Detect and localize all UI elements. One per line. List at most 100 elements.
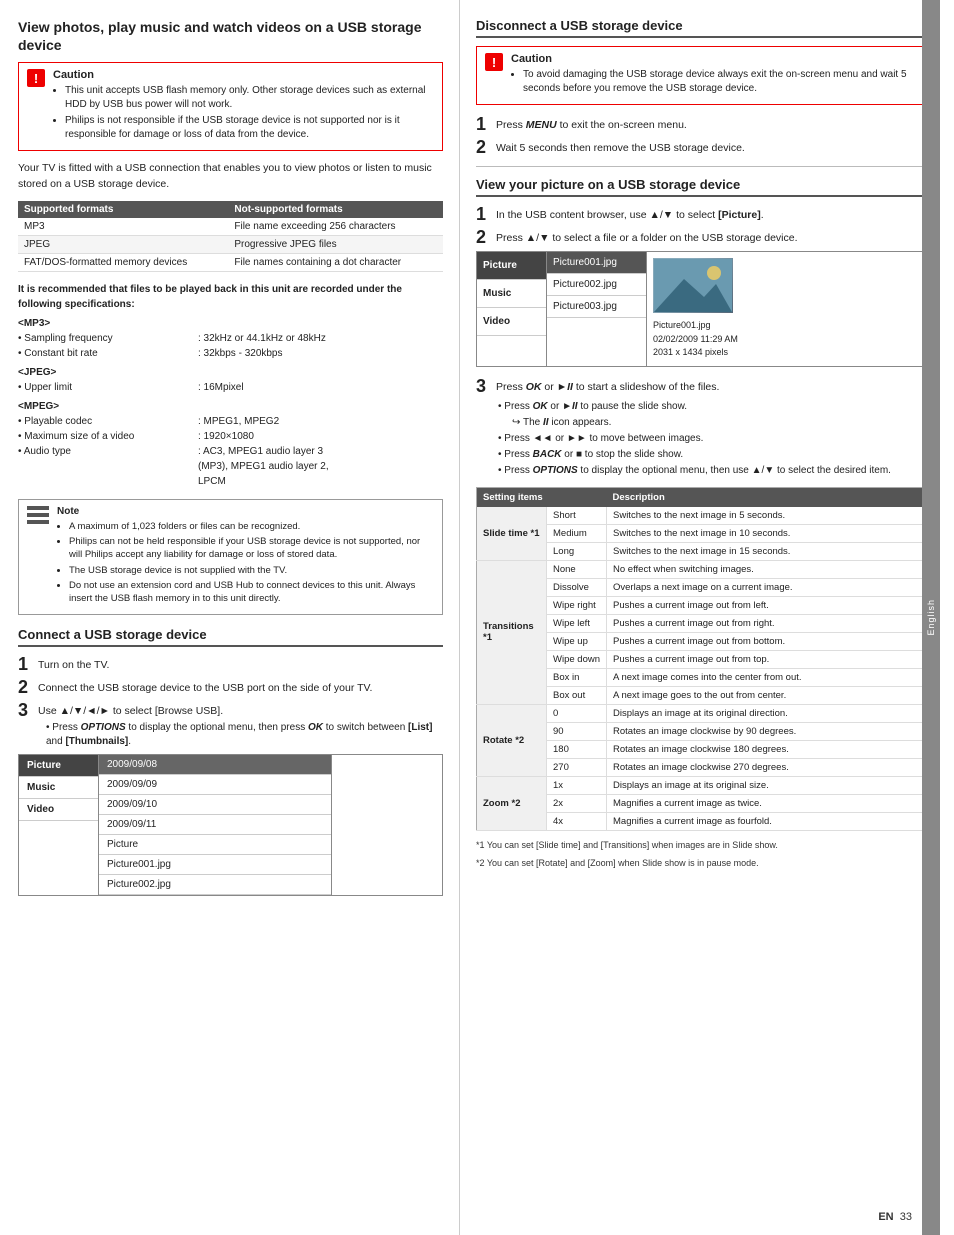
step3-arrow: ↪ The II icon appears. xyxy=(498,415,924,431)
spec-row: • Upper limit : 16Mpixel xyxy=(18,380,443,395)
note-text: A maximum of 1,023 folders or files can … xyxy=(57,520,434,606)
zoom-4x: 4x xyxy=(547,812,607,830)
footnote-1: *1 You can set [Slide time] and [Transit… xyxy=(476,839,924,852)
rotate-90-desc: Rotates an image clockwise by 90 degrees… xyxy=(607,722,924,740)
disconnect-step-num-1: 1 xyxy=(476,115,490,133)
browser-item-picture[interactable]: Picture xyxy=(19,755,98,777)
step3-bullet-3: • Press BACK or ■ to stop the slide show… xyxy=(498,447,924,463)
jpeg-label: <JPEG> xyxy=(18,365,443,380)
picture-thumbnail xyxy=(653,258,733,313)
spec-label: • Playable codec xyxy=(18,414,198,429)
transition-wipe-down-desc: Pushes a current image out from top. xyxy=(607,650,924,668)
pic-filename: Picture001.jpg xyxy=(653,319,917,333)
rotate-270-desc: Rotates an image clockwise 270 degrees. xyxy=(607,758,924,776)
format-supported-3: FAT/DOS-formatted memory devices xyxy=(18,253,228,271)
pic-date: 02/02/2009 11:29 AM xyxy=(653,333,917,347)
disconnect-title: Disconnect a USB storage device xyxy=(476,18,924,38)
slide-time-short: Short xyxy=(547,507,607,525)
transition-wipe-up: Wipe up xyxy=(547,632,607,650)
slide-time-medium-desc: Switches to the next image in 10 seconds… xyxy=(607,524,924,542)
disconnect-step-2: 2 Wait 5 seconds then remove the USB sto… xyxy=(476,138,924,156)
browser-mid-item-3[interactable]: 2009/09/10 xyxy=(99,795,331,815)
caution-item-1: This unit accepts USB flash memory only.… xyxy=(65,84,434,112)
step-3-sub: • Press OPTIONS to display the optional … xyxy=(38,721,443,749)
step-text-3: Use ▲/▼/◄/► to select [Browse USB]. • Pr… xyxy=(38,701,443,750)
spec-value: : 16Mpixel xyxy=(198,380,443,395)
pic-mid-item-2[interactable]: Picture002.jpg xyxy=(547,274,646,296)
picture-browser: Picture Music Video Picture001.jpg Pictu… xyxy=(476,251,924,367)
side-tab: English xyxy=(922,0,940,1235)
browser-mid-item-4[interactable]: 2009/09/11 xyxy=(99,815,331,835)
note-item-2: Philips can not be held responsible if y… xyxy=(69,535,434,562)
browser-mid-item-1[interactable]: 2009/09/08 xyxy=(99,755,331,775)
format-notsupported-3: File names containing a dot character xyxy=(228,253,443,271)
view-step-1: 1 In the USB content browser, use ▲/▼ to… xyxy=(476,205,924,223)
footnote-2: *2 You can set [Rotate] and [Zoom] when … xyxy=(476,857,924,870)
left-column: View photos, play music and watch videos… xyxy=(0,0,460,1235)
page-container: View photos, play music and watch videos… xyxy=(0,0,954,1235)
pic-left-panel: Picture Music Video xyxy=(477,252,547,366)
specs-section: It is recommended that files to be playe… xyxy=(18,282,443,489)
table-row: FAT/DOS-formatted memory devices File na… xyxy=(18,253,443,271)
zoom-2x-desc: Magnifies a current image as twice. xyxy=(607,794,924,812)
table-row: MP3 File name exceeding 256 characters xyxy=(18,218,443,236)
right-column: Disconnect a USB storage device ! Cautio… xyxy=(460,0,940,1235)
note-content-wrap: Note A maximum of 1,023 folders or files… xyxy=(57,506,434,608)
zoom-1x: 1x xyxy=(547,776,607,794)
settings-th-items: Setting items xyxy=(477,487,607,507)
view-step-text-2: Press ▲/▼ to select a file or a folder o… xyxy=(496,228,924,246)
pic-item-video[interactable]: Video xyxy=(477,308,546,336)
browser-mid-item-7[interactable]: Picture002.jpg xyxy=(99,875,331,895)
spec-value: : MPEG1, MPEG2 xyxy=(198,414,443,429)
slide-time-long: Long xyxy=(547,542,607,560)
step-text-1: Turn on the TV. xyxy=(38,655,443,673)
step-number-2: 2 xyxy=(18,678,32,696)
view-step-3: 3 Press OK or ►II to start a slideshow o… xyxy=(476,377,924,395)
browser-item-video[interactable]: Video xyxy=(19,799,98,821)
step-text-2: Connect the USB storage device to the US… xyxy=(38,678,443,696)
browser-mid-item-5[interactable]: Picture xyxy=(99,835,331,855)
spec-label: • Maximum size of a video xyxy=(18,429,198,444)
mp3-label: <MP3> xyxy=(18,316,443,331)
slide-time-long-desc: Switches to the next image in 15 seconds… xyxy=(607,542,924,560)
pic-item-picture[interactable]: Picture xyxy=(477,252,546,280)
transition-wipe-down: Wipe down xyxy=(547,650,607,668)
format-notsupported-1: File name exceeding 256 characters xyxy=(228,218,443,236)
browser-right-panel xyxy=(332,755,442,895)
pic-mid-item-3[interactable]: Picture003.jpg xyxy=(547,296,646,318)
caution-box-left: ! Caution This unit accepts USB flash me… xyxy=(18,62,443,151)
transition-dissolve: Dissolve xyxy=(547,578,607,596)
note-item-3: The USB storage device is not supplied w… xyxy=(69,564,434,577)
rotate-90: 90 xyxy=(547,722,607,740)
disconnect-step-text-2: Wait 5 seconds then remove the USB stora… xyxy=(496,138,924,156)
caution-label-left: Caution xyxy=(53,69,434,81)
pic-item-music[interactable]: Music xyxy=(477,280,546,308)
spec-value: : 32kHz or 44.1kHz or 48kHz xyxy=(198,331,443,346)
disconnect-step-num-2: 2 xyxy=(476,138,490,156)
rotate-180: 180 xyxy=(547,740,607,758)
main-title: View photos, play music and watch videos… xyxy=(18,18,443,54)
pic-mid-panel: Picture001.jpg Picture002.jpg Picture003… xyxy=(547,252,647,366)
side-tab-text: English xyxy=(926,599,936,636)
zoom-label: Zoom *2 xyxy=(477,776,547,830)
spec-value: : 32kbps - 320kbps xyxy=(198,346,443,361)
connect-steps: 1 Turn on the TV. 2 Connect the USB stor… xyxy=(18,655,443,750)
view-step-num-1: 1 xyxy=(476,205,490,223)
caution-item-2: Philips is not responsible if the USB st… xyxy=(65,114,434,142)
browser-item-music[interactable]: Music xyxy=(19,777,98,799)
table-row: JPEG Progressive JPEG files xyxy=(18,235,443,253)
spec-label: • Sampling frequency xyxy=(18,331,198,346)
zoom-4x-desc: Magnifies a current image as fourfold. xyxy=(607,812,924,830)
caution-text-right: To avoid damaging the USB storage device… xyxy=(511,68,915,96)
browser-mid-item-2[interactable]: 2009/09/09 xyxy=(99,775,331,795)
view-steps: 1 In the USB content browser, use ▲/▼ to… xyxy=(476,205,924,246)
pic-mid-item-1[interactable]: Picture001.jpg xyxy=(547,252,646,274)
rotate-0: 0 xyxy=(547,704,607,722)
browser-mid-item-6[interactable]: Picture001.jpg xyxy=(99,855,331,875)
connect-step-2: 2 Connect the USB storage device to the … xyxy=(18,678,443,696)
connect-step-1: 1 Turn on the TV. xyxy=(18,655,443,673)
left-browser-ui: Picture Music Video 2009/09/08 2009/09/0… xyxy=(18,754,443,896)
transition-box-in: Box in xyxy=(547,668,607,686)
formats-table: Supported formats Not-supported formats … xyxy=(18,201,443,272)
rotate-270: 270 xyxy=(547,758,607,776)
